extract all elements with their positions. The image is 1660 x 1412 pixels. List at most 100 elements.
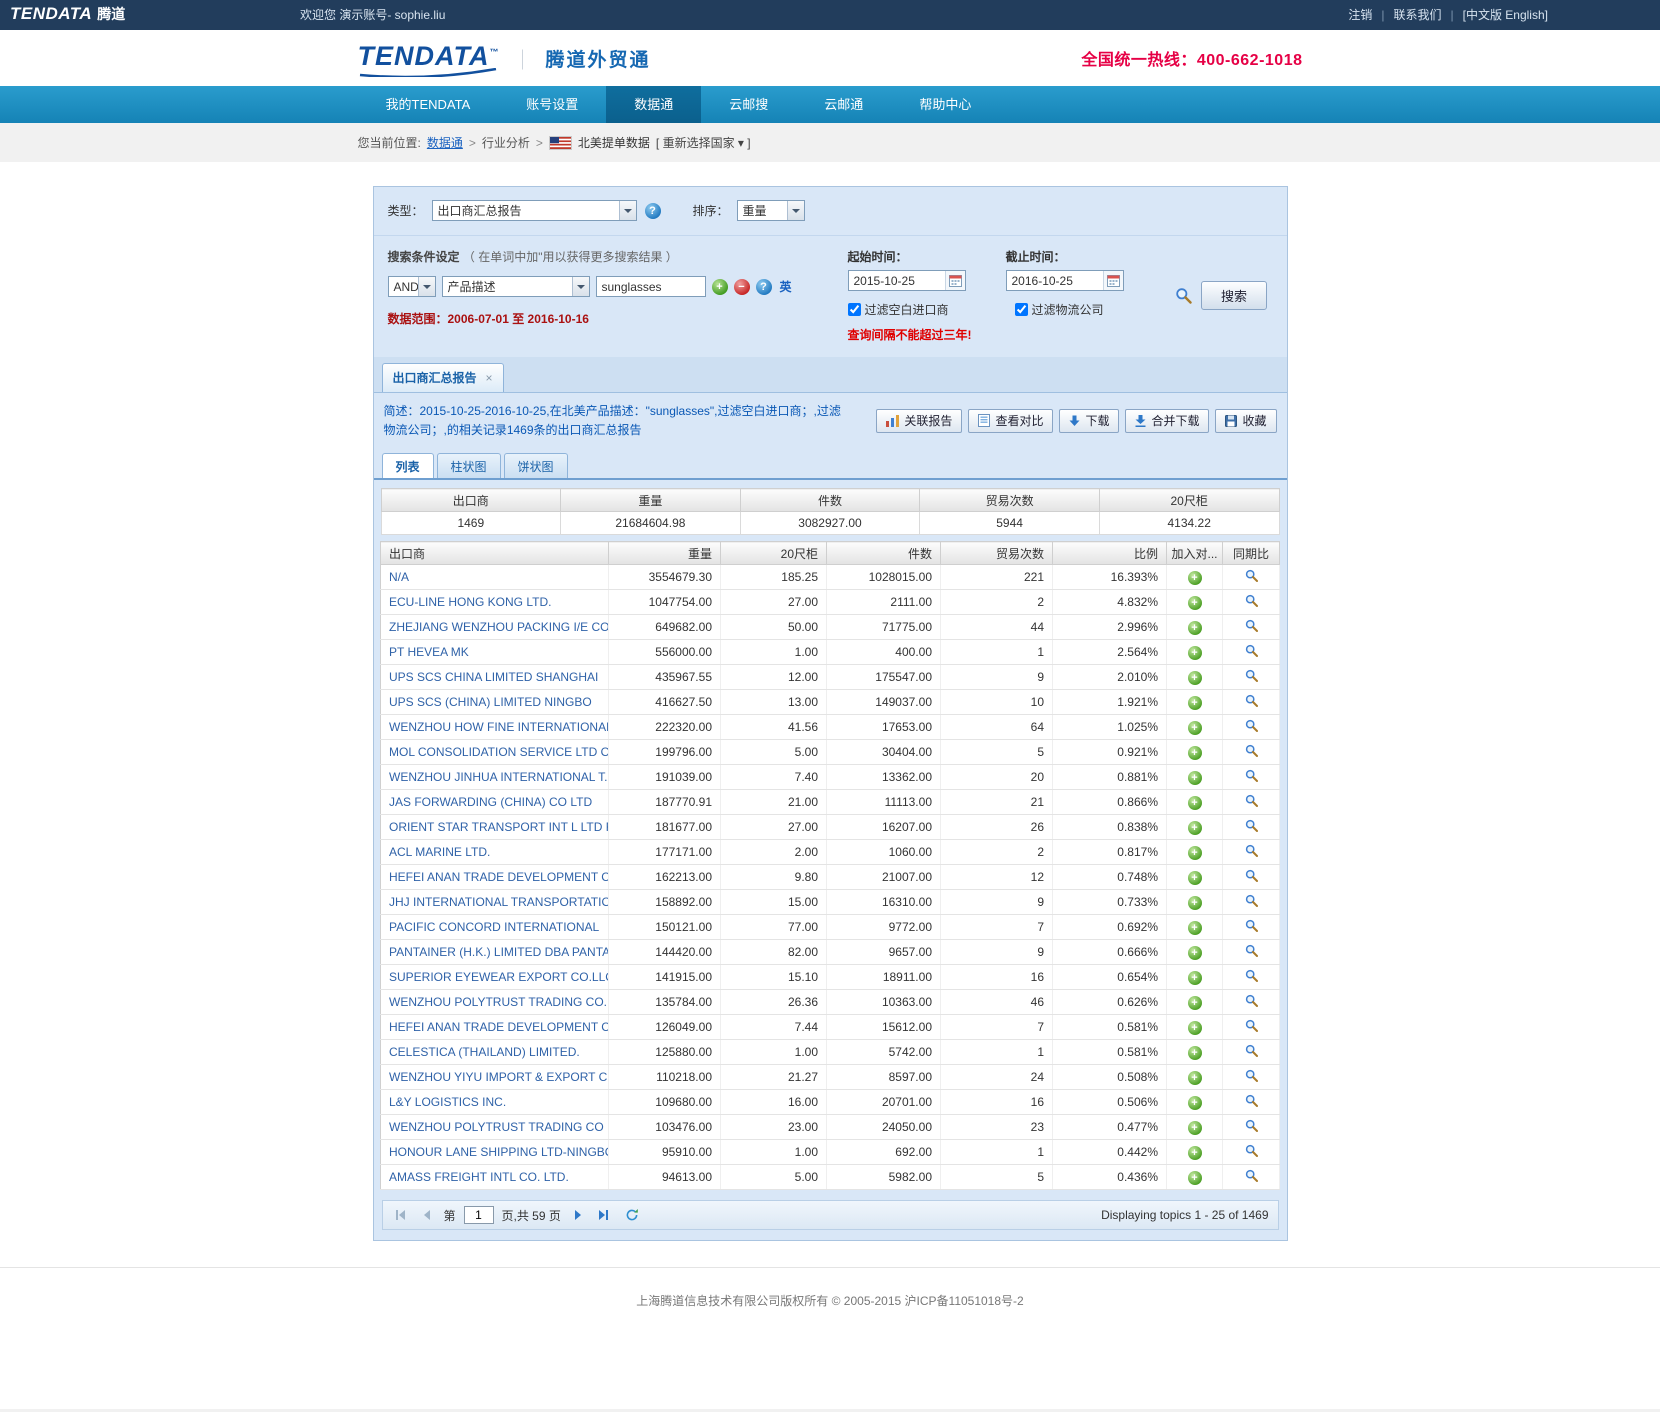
add-to-compare-icon[interactable]: [1188, 896, 1202, 910]
add-to-compare-icon[interactable]: [1188, 571, 1202, 585]
add-to-compare-icon[interactable]: [1188, 1071, 1202, 1085]
report-type-select[interactable]: 出口商汇总报告: [432, 200, 637, 221]
boolean-operator-select[interactable]: AND: [388, 276, 436, 297]
help-icon[interactable]: [645, 203, 661, 219]
magnifier-icon[interactable]: [1245, 719, 1258, 732]
add-to-compare-icon[interactable]: [1188, 1121, 1202, 1135]
keyword-input[interactable]: [596, 276, 706, 297]
exporter-link[interactable]: JAS FORWARDING (CHINA) CO LTD: [389, 795, 592, 809]
nav-item-5[interactable]: 云邮通: [796, 86, 891, 123]
topbar-link-3[interactable]: [中文版 English]: [1463, 0, 1548, 30]
exporter-link[interactable]: UPS SCS CHINA LIMITED SHANGHAI: [389, 670, 598, 684]
add-to-compare-icon[interactable]: [1188, 621, 1202, 635]
exporter-link[interactable]: AMASS FREIGHT INTL CO. LTD.: [389, 1170, 569, 1184]
exporter-link[interactable]: N/A: [389, 570, 409, 584]
add-condition-icon[interactable]: [712, 279, 728, 295]
magnifier-icon[interactable]: [1245, 1144, 1258, 1157]
exporter-link[interactable]: HEFEI ANAN TRADE DEVELOPMENT CO...: [389, 1020, 609, 1034]
checkbox-input[interactable]: [848, 303, 861, 316]
exporter-link[interactable]: WENZHOU JINHUA INTERNATIONAL T...: [389, 770, 609, 784]
add-to-compare-icon[interactable]: [1188, 796, 1202, 810]
exporter-link[interactable]: WENZHOU YIYU IMPORT & EXPORT C...: [389, 1070, 609, 1084]
add-to-compare-icon[interactable]: [1188, 1096, 1202, 1110]
magnifier-icon[interactable]: [1245, 619, 1258, 632]
calendar-icon[interactable]: [1103, 271, 1123, 290]
magnifier-icon[interactable]: [1245, 844, 1258, 857]
exporter-link[interactable]: UPS SCS (CHINA) LIMITED NINGBO: [389, 695, 592, 709]
end-date-input[interactable]: [1007, 274, 1103, 288]
add-to-compare-icon[interactable]: [1188, 596, 1202, 610]
add-to-compare-icon[interactable]: [1188, 971, 1202, 985]
next-page-button[interactable]: [569, 1206, 587, 1224]
checkbox-input[interactable]: [1015, 303, 1028, 316]
magnifier-icon[interactable]: [1245, 994, 1258, 1007]
add-to-compare-icon[interactable]: [1188, 946, 1202, 960]
magnifier-icon[interactable]: [1245, 644, 1258, 657]
magnifier-icon[interactable]: [1245, 744, 1258, 757]
exporter-link[interactable]: ZHEJIANG WENZHOU PACKING I/E CORP.: [389, 620, 609, 634]
view-tab-2[interactable]: 柱状图: [437, 453, 501, 478]
remove-condition-icon[interactable]: [734, 279, 750, 295]
reselect-country-button[interactable]: [ 重新选择国家 ▾ ]: [656, 134, 751, 151]
magnifier-icon[interactable]: [1245, 969, 1258, 982]
magnifier-icon[interactable]: [1245, 1019, 1258, 1032]
search-button[interactable]: 搜索: [1201, 281, 1267, 310]
first-page-button[interactable]: [392, 1206, 410, 1224]
add-to-compare-icon[interactable]: [1188, 746, 1202, 760]
action-button-1[interactable]: 关联报告: [876, 409, 962, 433]
view-tab-3[interactable]: 饼状图: [504, 453, 568, 478]
action-button-4[interactable]: 合并下载: [1125, 409, 1209, 433]
magnifier-icon[interactable]: [1245, 669, 1258, 682]
add-to-compare-icon[interactable]: [1188, 921, 1202, 935]
add-to-compare-icon[interactable]: [1188, 696, 1202, 710]
refresh-icon[interactable]: [625, 1208, 639, 1222]
magnifier-icon[interactable]: [1245, 1169, 1258, 1182]
nav-item-4[interactable]: 云邮搜: [701, 86, 796, 123]
action-button-5[interactable]: 收藏: [1215, 409, 1276, 433]
exporter-link[interactable]: MOL CONSOLIDATION SERVICE LTD O/B: [389, 745, 609, 759]
add-to-compare-icon[interactable]: [1188, 846, 1202, 860]
exporter-link[interactable]: ORIENT STAR TRANSPORT INT L LTD RM: [389, 820, 609, 834]
page-number-input[interactable]: [464, 1206, 494, 1224]
exporter-link[interactable]: PT HEVEA MK: [389, 645, 469, 659]
exporter-link[interactable]: WENZHOU POLYTRUST TRADING CO: [389, 1120, 604, 1134]
add-to-compare-icon[interactable]: [1188, 821, 1202, 835]
magnifier-icon[interactable]: [1245, 1094, 1258, 1107]
prev-page-button[interactable]: [418, 1206, 436, 1224]
exporter-link[interactable]: CELESTICA (THAILAND) LIMITED.: [389, 1045, 580, 1059]
exporter-link[interactable]: HEFEI ANAN TRADE DEVELOPMENT CO...: [389, 870, 609, 884]
exporter-link[interactable]: SUPERIOR EYEWEAR EXPORT CO.LLC: [389, 970, 609, 984]
exporter-link[interactable]: HONOUR LANE SHIPPING LTD-NINGBO: [389, 1145, 609, 1159]
help-icon[interactable]: [756, 279, 772, 295]
view-tab-1[interactable]: 列表: [382, 453, 434, 478]
magnifier-icon[interactable]: [1245, 894, 1258, 907]
nav-item-1[interactable]: 我的TENDATA: [358, 86, 499, 123]
exporter-link[interactable]: WENZHOU POLYTRUST TRADING CO., ...: [389, 995, 609, 1009]
search-field-select[interactable]: 产品描述: [442, 276, 590, 297]
close-icon[interactable]: [486, 372, 493, 384]
nav-item-6[interactable]: 帮助中心: [891, 86, 999, 123]
exporter-link[interactable]: WENZHOU HOW FINE INTERNATIONAL...: [389, 720, 609, 734]
topbar-link-2[interactable]: 联系我们: [1393, 0, 1441, 30]
add-to-compare-icon[interactable]: [1188, 1171, 1202, 1185]
start-date-input[interactable]: [849, 274, 945, 288]
filter-blank-importer-checkbox[interactable]: 过滤空白进口商: [848, 301, 949, 318]
add-to-compare-icon[interactable]: [1188, 671, 1202, 685]
exporter-link[interactable]: ACL MARINE LTD.: [389, 845, 490, 859]
add-to-compare-icon[interactable]: [1188, 721, 1202, 735]
magnifier-icon[interactable]: [1245, 694, 1258, 707]
exporter-link[interactable]: ECU-LINE HONG KONG LTD.: [389, 595, 551, 609]
calendar-icon[interactable]: [945, 271, 965, 290]
add-to-compare-icon[interactable]: [1188, 771, 1202, 785]
action-button-3[interactable]: 下载: [1059, 409, 1119, 433]
breadcrumb-datatong-link[interactable]: 数据通: [427, 134, 463, 151]
magnifier-icon[interactable]: [1245, 794, 1258, 807]
english-translate-link[interactable]: 英: [780, 278, 792, 295]
magnifier-icon[interactable]: [1245, 944, 1258, 957]
add-to-compare-icon[interactable]: [1188, 1021, 1202, 1035]
magnifier-icon[interactable]: [1245, 769, 1258, 782]
report-tab[interactable]: 出口商汇总报告: [382, 363, 504, 392]
add-to-compare-icon[interactable]: [1188, 646, 1202, 660]
add-to-compare-icon[interactable]: [1188, 1046, 1202, 1060]
magnifier-icon[interactable]: [1245, 869, 1258, 882]
